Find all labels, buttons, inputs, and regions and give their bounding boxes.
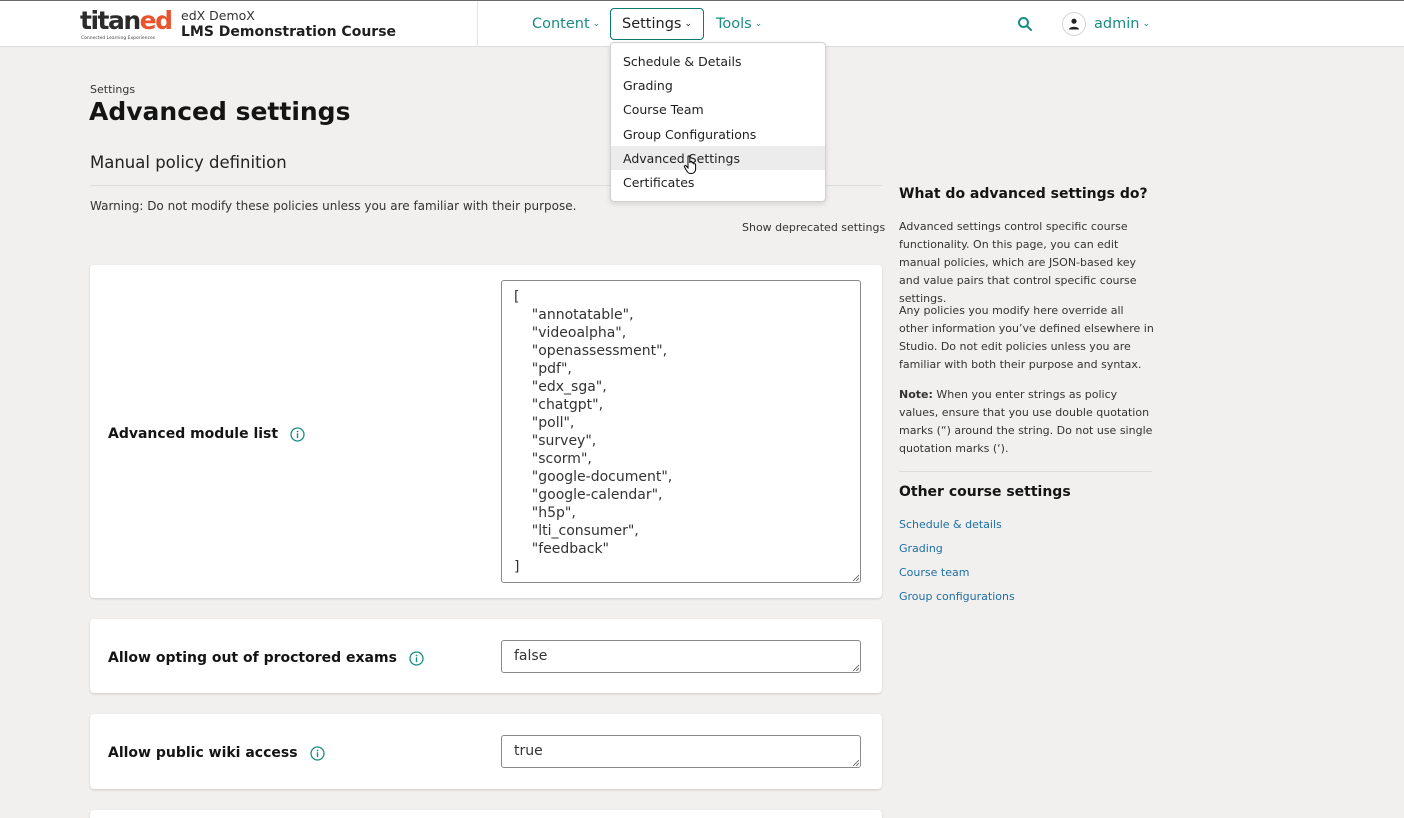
header-divider xyxy=(477,1,478,47)
other-settings-heading: Other course settings xyxy=(899,484,1071,500)
json-line: ] xyxy=(514,559,520,575)
link-group-configurations[interactable]: Group configurations xyxy=(899,590,1015,603)
json-line: "pdf", xyxy=(514,361,572,377)
json-line: [ xyxy=(514,289,520,305)
chevron-down-icon: ⌄ xyxy=(684,19,693,29)
menu-item-schedule-details[interactable]: Schedule & Details xyxy=(611,49,825,73)
breadcrumb: Settings xyxy=(90,83,136,96)
link-grading[interactable]: Grading xyxy=(899,542,943,555)
user-icon xyxy=(1069,18,1079,30)
course-org: edX DemoX xyxy=(181,8,255,23)
show-deprecated-button[interactable]: Show deprecated settings xyxy=(742,221,885,234)
json-line: "scorm", xyxy=(514,451,592,467)
json-line: "videoalpha", xyxy=(514,325,627,341)
sidebar-paragraph: Advanced settings control specific cours… xyxy=(899,220,1137,305)
page-title: Advanced settings xyxy=(89,97,351,126)
sidebar-paragraph: Any policies you modify here override al… xyxy=(899,304,1154,371)
menu-item-advanced-settings[interactable]: Advanced Settings xyxy=(611,146,825,171)
json-line: "google-calendar", xyxy=(514,487,663,503)
info-icon[interactable] xyxy=(409,650,424,666)
nav-settings[interactable]: Settings ⌄ xyxy=(610,8,705,40)
resize-handle-icon[interactable] xyxy=(852,759,859,766)
setting-card-allow-public-wiki-access: Allow public wiki access true xyxy=(90,714,882,789)
advanced-module-list-textarea[interactable]: [ "annotatable", "videoalpha", "openasse… xyxy=(501,280,861,583)
menu-item-course-team[interactable]: Course Team xyxy=(611,98,825,122)
menu-item-certificates[interactable]: Certificates xyxy=(611,170,825,194)
json-line: "openassessment", xyxy=(514,343,668,359)
info-icon[interactable] xyxy=(290,426,305,442)
resize-handle-icon[interactable] xyxy=(852,574,859,581)
resize-handle-icon[interactable] xyxy=(852,664,859,671)
nav-tools[interactable]: Tools ⌄ xyxy=(705,8,773,40)
link-course-team[interactable]: Course team xyxy=(899,566,969,579)
avatar xyxy=(1062,12,1086,36)
json-line: "survey", xyxy=(514,433,597,449)
sidebar-divider xyxy=(899,471,1152,472)
top-header: titaned Connected Learning Experiences e… xyxy=(0,0,1404,47)
search-icon[interactable] xyxy=(1016,15,1034,33)
allow-proctoring-opt-out-field[interactable]: false xyxy=(501,640,861,673)
sidebar-heading: What do advanced settings do? xyxy=(899,186,1148,202)
link-schedule-details[interactable]: Schedule & details xyxy=(899,518,1002,531)
menu-item-group-configurations[interactable]: Group Configurations xyxy=(611,122,825,146)
json-line: "chatgpt", xyxy=(514,397,604,413)
json-value: [ "annotatable", "videoalpha", "openasse… xyxy=(514,288,860,576)
setting-card-allow-proctoring-opt-out: Allow opting out of proctored exams fals… xyxy=(90,619,882,693)
json-line: "annotatable", xyxy=(514,307,634,323)
settings-dropdown-menu: Schedule & Details Grading Course Team G… xyxy=(610,42,826,202)
sidebar-note: Note: When you enter strings as policy v… xyxy=(899,388,1153,455)
menu-item-grading[interactable]: Grading xyxy=(611,73,825,97)
chevron-down-icon: ⌄ xyxy=(1142,19,1150,29)
warning-text: Warning: Do not modify these policies un… xyxy=(90,199,577,213)
course-title: LMS Demonstration Course xyxy=(181,24,397,40)
json-line: "h5p", xyxy=(514,505,576,521)
user-menu[interactable]: admin ⌄ xyxy=(1062,11,1150,37)
nav-content[interactable]: Content ⌄ xyxy=(521,8,611,40)
logo-tagline: Connected Learning Experiences xyxy=(81,36,156,41)
chevron-down-icon: ⌄ xyxy=(754,19,763,29)
info-icon[interactable] xyxy=(309,745,325,761)
titaned-logo[interactable]: titaned Connected Learning Experiences xyxy=(80,6,173,44)
setting-card-advanced-module-list: Advanced module list [ "annotatable", "v… xyxy=(90,265,882,598)
hand-cursor-icon xyxy=(683,155,697,174)
username: admin xyxy=(1094,16,1140,32)
setting-card-next xyxy=(90,810,882,818)
setting-label: Allow opting out of proctored exams xyxy=(108,650,424,666)
json-line: "edx_sga", xyxy=(514,379,607,395)
allow-public-wiki-access-field[interactable]: true xyxy=(501,735,861,768)
json-line: "google-document", xyxy=(514,469,673,485)
setting-label: Advanced module list xyxy=(108,426,305,442)
json-line: "poll", xyxy=(514,415,575,431)
chevron-down-icon: ⌄ xyxy=(592,19,601,29)
setting-label: Allow public wiki access xyxy=(108,745,325,761)
logo-wordmark: titaned xyxy=(80,6,173,35)
json-line: "lti_consumer", xyxy=(514,523,639,539)
json-line: "feedback" xyxy=(514,541,609,557)
section-title: Manual policy definition xyxy=(90,153,287,172)
